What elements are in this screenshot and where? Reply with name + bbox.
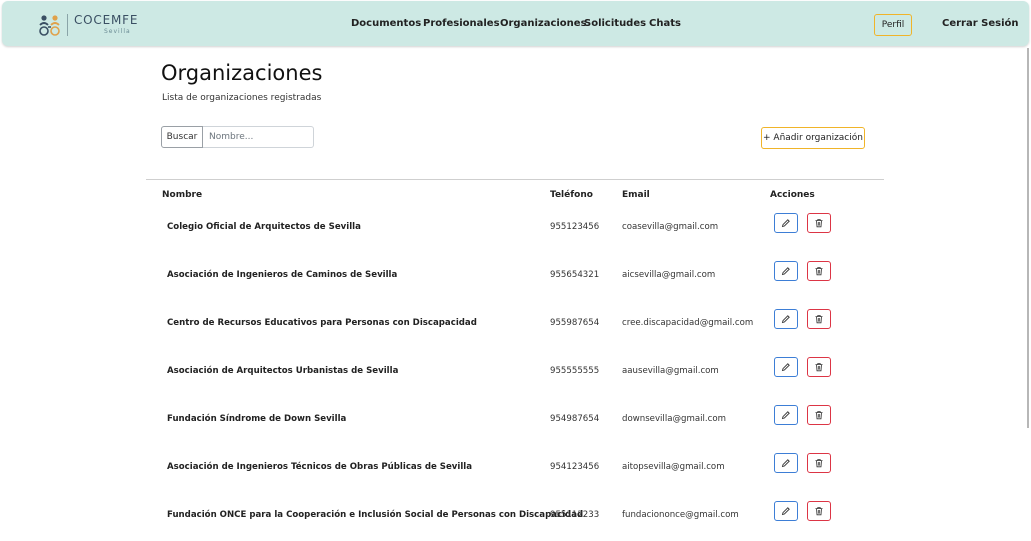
page-title: Organizaciones [161,61,323,85]
trash-icon [815,411,823,420]
table-row: Fundación ONCE para la Cooperación e Inc… [146,501,884,541]
page-scrollbar[interactable] [1027,48,1029,428]
org-email: downsevilla@gmail.com [622,414,727,424]
pencil-icon [781,363,790,372]
pencil-icon [781,459,790,468]
pencil-icon [781,219,790,228]
table-divider [146,179,884,180]
edit-button[interactable] [774,213,798,233]
header-nombre: Nombre [162,190,203,200]
trash-icon [815,363,823,372]
org-email: aitopsevilla@gmail.com [622,462,725,472]
logo-separator [67,14,68,36]
edit-button[interactable] [774,501,798,521]
navbar: COCEMFE Sevilla Documentos Profesionales… [2,1,1029,46]
delete-button[interactable] [807,501,831,521]
org-name: Colegio Oficial de Arquitectos de Sevill… [167,222,361,232]
org-phone: 955654321 [550,270,600,280]
org-phone: 955112233 [550,510,600,520]
page-subtitle: Lista de organizaciones registradas [162,93,322,103]
edit-button[interactable] [774,453,798,473]
pencil-icon [781,315,790,324]
logo-mark-icon [39,15,60,36]
header-email: Email [622,190,650,200]
edit-button[interactable] [774,261,798,281]
perfil-button[interactable]: Perfil [874,14,912,36]
delete-button[interactable] [807,357,831,377]
trash-icon [815,315,823,324]
pencil-icon [781,411,790,420]
org-phone: 955555555 [550,366,600,376]
org-phone: 955123456 [550,222,600,232]
org-email: coasevilla@gmail.com [622,222,719,232]
add-organization-button[interactable]: + Añadir organización [761,127,865,149]
trash-icon [815,267,823,276]
edit-button[interactable] [774,357,798,377]
org-name: Asociación de Ingenieros de Caminos de S… [167,270,398,280]
org-name: Fundación Síndrome de Down Sevilla [167,414,347,424]
nav-organizaciones[interactable]: Organizaciones [500,18,587,29]
trash-icon [815,507,823,516]
org-email: aicsevilla@gmail.com [622,270,716,280]
nav-documentos[interactable]: Documentos [351,18,421,29]
brand-subtitle: Sevilla [104,28,131,35]
search-button[interactable]: Buscar [161,126,203,148]
org-email: aausevilla@gmail.com [622,366,719,376]
delete-button[interactable] [807,261,831,281]
delete-button[interactable] [807,453,831,473]
search-input[interactable] [203,126,314,148]
delete-button[interactable] [807,405,831,425]
brand-name: COCEMFE [74,13,139,27]
org-name: Asociación de Ingenieros Técnicos de Obr… [167,462,473,472]
cocemfe-logo[interactable]: COCEMFE Sevilla [38,13,137,38]
pencil-icon [781,267,790,276]
nav-solicitudes[interactable]: Solicitudes [584,18,646,29]
org-name: Asociación de Arquitectos Urbanistas de … [167,366,399,376]
trash-icon [815,219,823,228]
delete-button[interactable] [807,213,831,233]
org-email: cree.discapacidad@gmail.com [622,318,754,328]
org-email: fundaciononce@gmail.com [622,510,739,520]
search-group: Buscar [161,126,314,148]
trash-icon [815,459,823,468]
org-phone: 954987654 [550,414,600,424]
org-name: Centro de Recursos Educativos para Perso… [167,318,477,328]
header-telefono: Teléfono [550,190,593,200]
org-name: Fundación ONCE para la Cooperación e Inc… [167,510,584,520]
header-acciones: Acciones [770,190,815,200]
delete-button[interactable] [807,309,831,329]
org-phone: 954123456 [550,462,600,472]
cerrar-sesion-button[interactable]: Cerrar Sesión [942,18,1019,29]
org-phone: 955987654 [550,318,600,328]
nav-chats[interactable]: Chats [649,18,681,29]
edit-button[interactable] [774,309,798,329]
edit-button[interactable] [774,405,798,425]
pencil-icon [781,507,790,516]
nav-profesionales[interactable]: Profesionales [423,18,500,29]
